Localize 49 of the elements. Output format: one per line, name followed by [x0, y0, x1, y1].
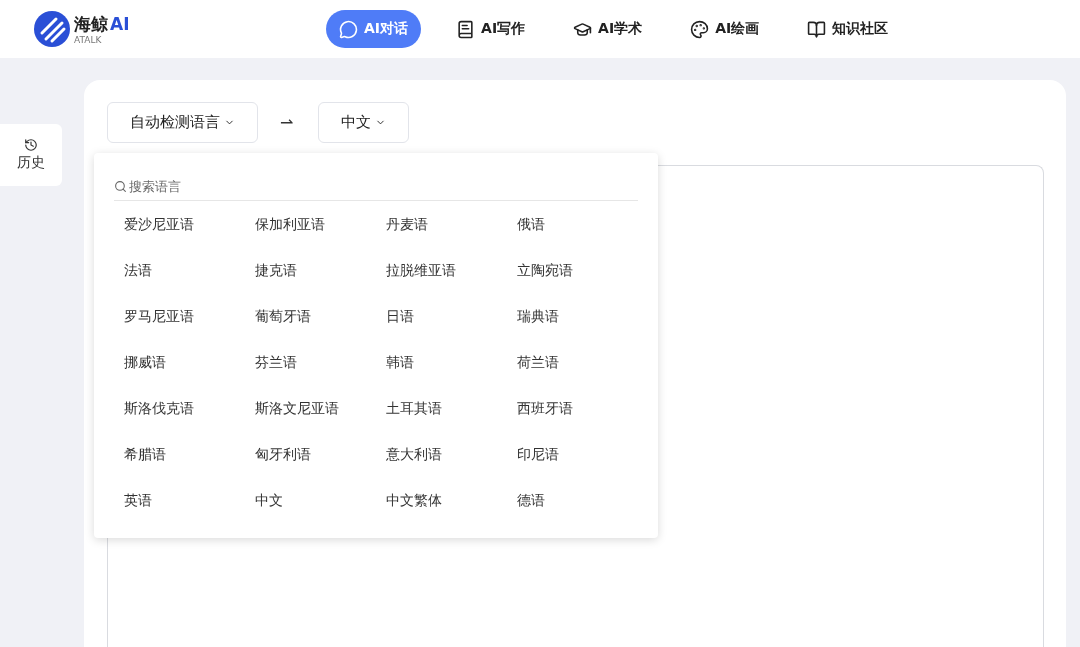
book-icon — [456, 19, 476, 39]
search-field[interactable]: 搜索语言 — [114, 173, 638, 201]
language-option[interactable]: 芬兰语 — [255, 340, 386, 386]
language-option[interactable]: 立陶宛语 — [517, 248, 648, 294]
arrow-icon: ⇀ — [280, 113, 296, 132]
language-option[interactable]: 法语 — [124, 248, 255, 294]
language-option[interactable]: 英语 — [124, 478, 255, 524]
language-option[interactable]: 韩语 — [386, 340, 517, 386]
source-language-select[interactable]: 自动检测语言 — [107, 102, 258, 143]
language-option[interactable]: 俄语 — [517, 202, 648, 248]
language-option[interactable]: 荷兰语 — [517, 340, 648, 386]
nav-tab[interactable]: AI绘画 — [677, 10, 773, 48]
language-option[interactable]: 印尼语 — [517, 432, 648, 478]
language-option[interactable]: 意大利语 — [386, 432, 517, 478]
search-placeholder: 搜索语言 — [129, 177, 181, 196]
nav-tab[interactable]: 知识社区 — [794, 10, 902, 48]
language-option[interactable]: 西班牙语 — [517, 386, 648, 432]
language-option[interactable]: 匈牙利语 — [255, 432, 386, 478]
language-option[interactable]: 丹麦语 — [386, 202, 517, 248]
search-icon — [114, 180, 127, 193]
logo-icon — [34, 11, 70, 47]
brand-name: 海鲸 — [74, 12, 108, 36]
language-option[interactable]: 瑞典语 — [517, 294, 648, 340]
language-option[interactable]: 爱沙尼亚语 — [124, 202, 255, 248]
language-option[interactable]: 土耳其语 — [386, 386, 517, 432]
brand-subtitle: ATALK — [74, 34, 102, 45]
language-option[interactable]: 挪威语 — [124, 340, 255, 386]
language-option[interactable]: 中文繁体 — [386, 478, 517, 524]
language-option[interactable]: 希腊语 — [124, 432, 255, 478]
chat-bubble-icon — [339, 19, 358, 39]
history-icon — [24, 138, 38, 152]
palette-icon — [690, 19, 710, 39]
brand-suffix: AI — [110, 13, 130, 34]
nav-tab[interactable]: AI写作 — [443, 10, 539, 48]
language-option[interactable]: 保加利亚语 — [255, 202, 386, 248]
target-language-select[interactable]: 中文 — [318, 102, 409, 143]
open-book-icon — [807, 19, 827, 39]
language-option[interactable]: 中文 — [255, 478, 386, 524]
nav-tab[interactable]: AI对话 — [326, 10, 422, 48]
language-option[interactable]: 拉脱维亚语 — [386, 248, 517, 294]
language-option[interactable]: 葡萄牙语 — [255, 294, 386, 340]
history-button[interactable]: 历史 — [0, 124, 62, 186]
language-option[interactable]: 日语 — [386, 294, 517, 340]
language-option[interactable]: 罗马尼亚语 — [124, 294, 255, 340]
language-option[interactable]: 德语 — [517, 478, 648, 524]
language-option[interactable]: 捷克语 — [255, 248, 386, 294]
nav-tab[interactable]: AI学术 — [560, 10, 656, 48]
language-option[interactable]: 斯洛伐克语 — [124, 386, 255, 432]
language-option[interactable]: 斯洛文尼亚语 — [255, 386, 386, 432]
